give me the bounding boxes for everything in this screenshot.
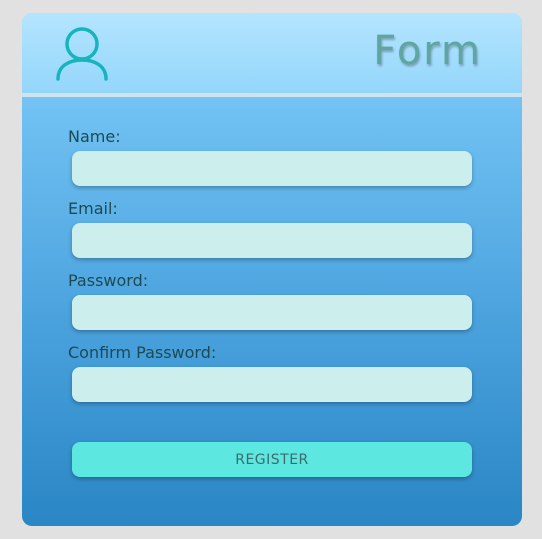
form-header: Form (22, 13, 522, 93)
password-field[interactable] (72, 295, 472, 330)
header-divider (22, 93, 522, 97)
email-label: Email: (68, 199, 118, 218)
name-label: Name: (68, 127, 121, 146)
user-icon (56, 27, 108, 81)
form-card: Form Name: Email: Password: Confirm Pass… (22, 13, 522, 526)
email-field[interactable] (72, 223, 472, 258)
name-field[interactable] (72, 151, 472, 186)
password-label: Password: (68, 271, 149, 290)
confirm-password-field[interactable] (72, 367, 472, 402)
confirm-password-label: Confirm Password: (68, 343, 217, 362)
register-button[interactable]: REGISTER (72, 442, 472, 477)
page-title: Form (373, 28, 482, 74)
